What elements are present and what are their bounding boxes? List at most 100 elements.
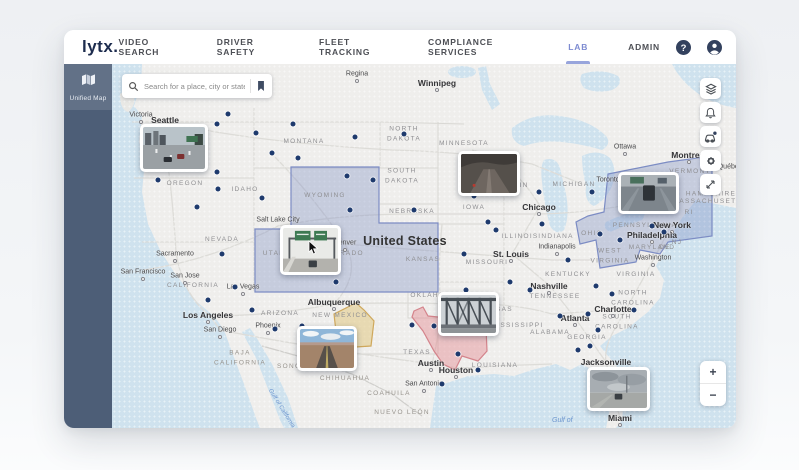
map-photo-thumbnail-minnesota[interactable] xyxy=(458,151,520,196)
vehicle-dot[interactable] xyxy=(411,207,417,213)
vehicle-dot[interactable] xyxy=(155,177,161,183)
vehicle-dot[interactable] xyxy=(401,131,407,137)
vehicle-dot[interactable] xyxy=(352,134,358,140)
state-label-iowa: IOWA xyxy=(462,204,486,212)
vehicle-dot[interactable] xyxy=(539,221,545,227)
vehicle-dot[interactable] xyxy=(344,173,350,179)
vehicle-dot[interactable] xyxy=(617,237,623,243)
vehicle-dot[interactable] xyxy=(507,279,513,285)
sidebar-item-label: Unified Map xyxy=(69,94,107,102)
tab-fleet-tracking[interactable]: FLEET TRACKING xyxy=(319,30,402,69)
tab-video-search[interactable]: VIDEO SEARCH xyxy=(119,30,191,69)
lytx-logo[interactable]: lytx. xyxy=(82,37,119,57)
vehicle-dot[interactable] xyxy=(631,307,637,313)
city-label-washington: Washington xyxy=(634,254,672,262)
vehicle-dot[interactable] xyxy=(214,169,220,175)
map-canvas[interactable]: MONTANA NORTH DAKOTA SOUTH DAKOTA MINNESOTA… xyxy=(112,64,736,428)
map-photo-thumbnail-texas[interactable] xyxy=(438,292,499,336)
state-label-baja-california: BAJA CALIFORNIA xyxy=(213,349,267,366)
vehicle-dot[interactable] xyxy=(597,231,603,237)
vehicle-dot[interactable] xyxy=(649,223,655,229)
vehicle-dot[interactable] xyxy=(527,287,533,293)
sidebar-item-unified-map[interactable]: Unified Map xyxy=(64,64,112,110)
state-label-massachusetts: MASSACHUSETTS xyxy=(672,198,736,206)
vehicles-button[interactable] xyxy=(700,126,721,147)
vehicle-dot[interactable] xyxy=(214,121,220,127)
vehicle-dot[interactable] xyxy=(347,207,353,213)
tab-admin[interactable]: ADMIN xyxy=(628,30,660,64)
vehicle-dot[interactable] xyxy=(565,257,571,263)
vehicle-dot[interactable] xyxy=(461,251,467,257)
tab-lab[interactable]: LAB xyxy=(566,30,591,64)
map-zoom-control: + − xyxy=(700,361,726,406)
layers-button[interactable] xyxy=(700,78,721,99)
tab-compliance-services[interactable]: COMPLIANCE SERVICES xyxy=(428,30,542,69)
city-label-winnipeg: Winnipeg xyxy=(417,78,457,88)
city-marker-atlanta xyxy=(573,323,577,327)
vehicle-dot[interactable] xyxy=(493,227,499,233)
vehicle-dot[interactable] xyxy=(232,284,238,290)
vehicle-dot[interactable] xyxy=(557,313,563,319)
vehicle-dot[interactable] xyxy=(431,323,437,329)
vehicle-dot[interactable] xyxy=(587,343,593,349)
map-photo-thumbnail-toronto[interactable] xyxy=(618,172,679,214)
map-photo-thumbnail-florida[interactable] xyxy=(587,367,650,411)
vehicle-dot[interactable] xyxy=(485,219,491,225)
vehicle-dot[interactable] xyxy=(269,150,275,156)
vehicle-dot[interactable] xyxy=(249,307,255,313)
city-label-miami: Miami xyxy=(607,413,633,423)
state-label-kentucky: KENTUCKY xyxy=(545,271,591,279)
vehicle-dot[interactable] xyxy=(194,204,200,210)
settings-button[interactable] xyxy=(700,150,721,171)
city-label-san-antonio: San Antonio xyxy=(405,380,443,388)
vehicle-dot[interactable] xyxy=(585,311,591,317)
city-label-jacksonville: Jacksonville xyxy=(580,357,632,367)
map-search-bar[interactable] xyxy=(122,74,272,98)
map-photo-thumbnail-new-mexico[interactable] xyxy=(297,326,357,371)
state-label-ri: RI xyxy=(684,209,694,217)
vehicle-dot[interactable] xyxy=(575,347,581,353)
zoom-in-button[interactable]: + xyxy=(700,361,726,383)
vehicle-dot[interactable] xyxy=(272,326,278,332)
vehicle-dot[interactable] xyxy=(595,327,601,333)
vehicle-dot[interactable] xyxy=(253,130,259,136)
vehicle-dot[interactable] xyxy=(225,111,231,117)
map-photo-thumbnail-seattle[interactable] xyxy=(140,124,208,172)
vehicle-dot[interactable] xyxy=(215,186,221,192)
vehicle-dot[interactable] xyxy=(370,177,376,183)
vehicle-dot[interactable] xyxy=(333,279,339,285)
zoom-out-button[interactable]: − xyxy=(700,384,726,406)
gear-icon xyxy=(705,155,717,167)
vehicle-dot[interactable] xyxy=(205,297,211,303)
vehicle-dot[interactable] xyxy=(290,121,296,127)
state-label-wyoming: WYOMING xyxy=(304,192,346,200)
vehicle-dot[interactable] xyxy=(295,155,301,161)
city-marker-indianapolis xyxy=(555,252,559,256)
vehicle-dot[interactable] xyxy=(259,195,265,201)
map-photo-thumbnail-salt-lake-city[interactable] xyxy=(280,225,341,275)
help-icon[interactable]: ? xyxy=(676,39,691,55)
vehicle-dot[interactable] xyxy=(589,189,595,195)
vehicle-dot[interactable] xyxy=(536,189,542,195)
vehicle-dot[interactable] xyxy=(593,283,599,289)
city-label-san-francisco: San Francisco xyxy=(120,268,166,276)
city-label-los-angeles: Los Angeles xyxy=(182,310,234,320)
vehicle-dot[interactable] xyxy=(661,229,667,235)
account-icon[interactable] xyxy=(707,39,722,55)
state-label-maryland: MARYLAND xyxy=(628,244,676,252)
city-marker-san-francisco xyxy=(141,277,145,281)
state-label-illinois: ILLINOIS xyxy=(501,233,539,241)
vehicle-dot[interactable] xyxy=(219,251,225,257)
vehicle-dot[interactable] xyxy=(609,291,615,297)
vehicle-dot[interactable] xyxy=(439,381,445,387)
notifications-button[interactable] xyxy=(700,102,721,123)
search-input[interactable] xyxy=(144,81,245,91)
vehicle-dot[interactable] xyxy=(409,322,415,328)
expand-button[interactable] xyxy=(700,174,721,195)
vehicle-dot[interactable] xyxy=(475,367,481,373)
city-marker-denver xyxy=(343,248,347,252)
state-label-south-dakota: SOUTH DAKOTA xyxy=(384,167,420,184)
tab-driver-safety[interactable]: DRIVER SAFETY xyxy=(217,30,293,69)
bookmark-icon[interactable] xyxy=(256,80,266,92)
vehicle-dot[interactable] xyxy=(455,351,461,357)
